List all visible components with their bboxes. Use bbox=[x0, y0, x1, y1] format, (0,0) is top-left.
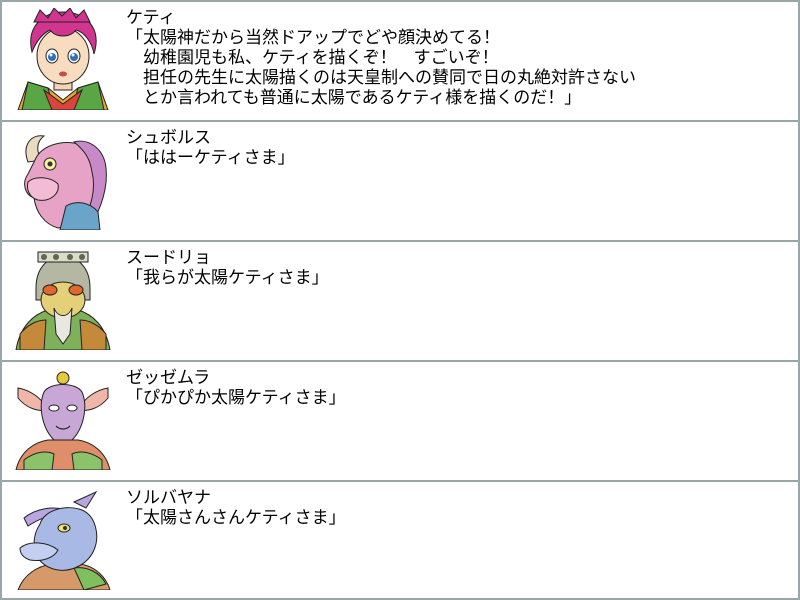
dialogue-text: 「ぴかぴか太陽ケティさま」 bbox=[126, 388, 346, 408]
dialogue-entry: ゼッゼムラ 「ぴかぴか太陽ケティさま」 bbox=[0, 360, 800, 480]
dialogue-text: 「太陽さんさんケティさま」 bbox=[126, 508, 346, 528]
zezzemura-portrait-icon bbox=[14, 368, 112, 470]
sorubayana-portrait-icon bbox=[14, 488, 112, 590]
speaker-name: シュボルス bbox=[126, 128, 211, 148]
dialogue-text: 「ははーケティさま」 bbox=[126, 148, 295, 168]
speaker-name: ゼッゼムラ bbox=[126, 368, 211, 388]
dialogue-line: 「我らが太陽ケティさま」 bbox=[126, 268, 329, 288]
dialogue-line: 幼稚園児も私、ケティを描くぞ！ すごいぞ！ bbox=[126, 48, 499, 68]
dialogue-entry: ケティ 「太陽神だから当然ドアップでどや顔決めてる！ 幼稚園児も私、ケティを描く… bbox=[0, 0, 800, 120]
dialogue-line: 「ははーケティさま」 bbox=[126, 148, 295, 168]
dialogue-line: 「ぴかぴか太陽ケティさま」 bbox=[126, 388, 346, 408]
dialogue-line: 「太陽神だから当然ドアップでどや顔決めてる！ bbox=[126, 28, 500, 48]
dialogue-text: 「太陽神だから当然ドアップでどや顔決めてる！ 幼稚園児も私、ケティを描くぞ！ す… bbox=[126, 28, 636, 108]
speaker-name: ソルバヤナ bbox=[126, 488, 211, 508]
dialogue-line: 「太陽さんさんケティさま」 bbox=[126, 508, 346, 528]
keti-portrait-icon bbox=[14, 8, 112, 110]
shuborusu-portrait-icon bbox=[14, 128, 112, 230]
dialogue-line: とか言われても普通に太陽であるケティ様を描くのだ！」 bbox=[126, 88, 582, 108]
dialogue-entry: ソルバヤナ 「太陽さんさんケティさま」 bbox=[0, 480, 800, 600]
dialogue-text: 「我らが太陽ケティさま」 bbox=[126, 268, 329, 288]
dialogue-line: 担任の先生に太陽描くのは天皇制への賛同で日の丸絶対許さない bbox=[126, 68, 636, 88]
speaker-name: スードリョ bbox=[126, 248, 211, 268]
speaker-name: ケティ bbox=[126, 8, 176, 28]
dialogue-entry: スードリョ 「我らが太陽ケティさま」 bbox=[0, 240, 800, 360]
suudoryo-portrait-icon bbox=[14, 248, 112, 350]
dialogue-log-screen: ケティ 「太陽神だから当然ドアップでどや顔決めてる！ 幼稚園児も私、ケティを描く… bbox=[0, 0, 800, 600]
dialogue-entry: シュボルス 「ははーケティさま」 bbox=[0, 120, 800, 240]
